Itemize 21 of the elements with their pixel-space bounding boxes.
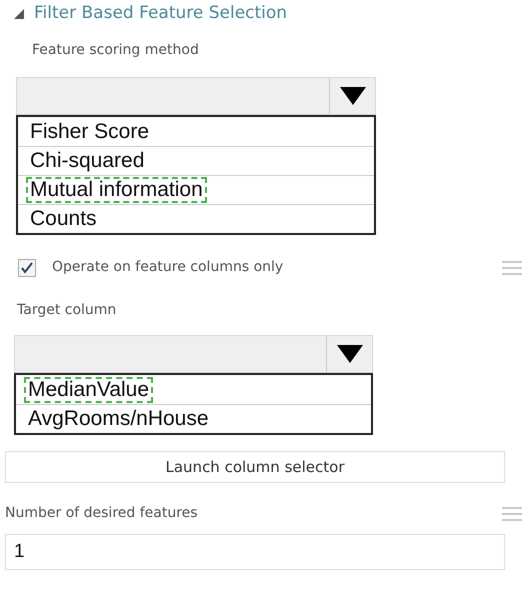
menu-icon[interactable] <box>501 260 523 276</box>
number-input-field[interactable]: 1 <box>5 534 505 570</box>
launch-column-selector-button[interactable]: Launch column selector <box>5 451 505 483</box>
caret-icon <box>340 87 366 105</box>
menu-icon[interactable] <box>501 506 523 522</box>
checkbox[interactable] <box>18 258 36 276</box>
dropdown-field[interactable] <box>16 77 376 115</box>
dropdown-option[interactable]: Counts <box>18 204 374 233</box>
dropdown-option[interactable]: MedianValue <box>16 375 371 404</box>
dropdown-option[interactable]: AvgRooms/nHouse <box>16 404 371 433</box>
dropdown-option[interactable]: Mutual information <box>18 175 374 204</box>
field-label: Feature scoring method <box>32 41 200 60</box>
section-title: Filter Based Feature Selection <box>34 2 288 26</box>
caret-icon <box>336 345 362 363</box>
dropdown-option[interactable]: Chi-squared <box>18 146 374 175</box>
collapse-triangle-icon[interactable] <box>14 9 24 19</box>
checkbox-label: Operate on feature columns only <box>52 258 284 277</box>
dropdown-field[interactable] <box>14 335 373 373</box>
field-label: Target column <box>17 301 118 320</box>
dropdown-option[interactable]: Fisher Score <box>18 117 374 146</box>
field-label: Number of desired features <box>5 504 199 523</box>
